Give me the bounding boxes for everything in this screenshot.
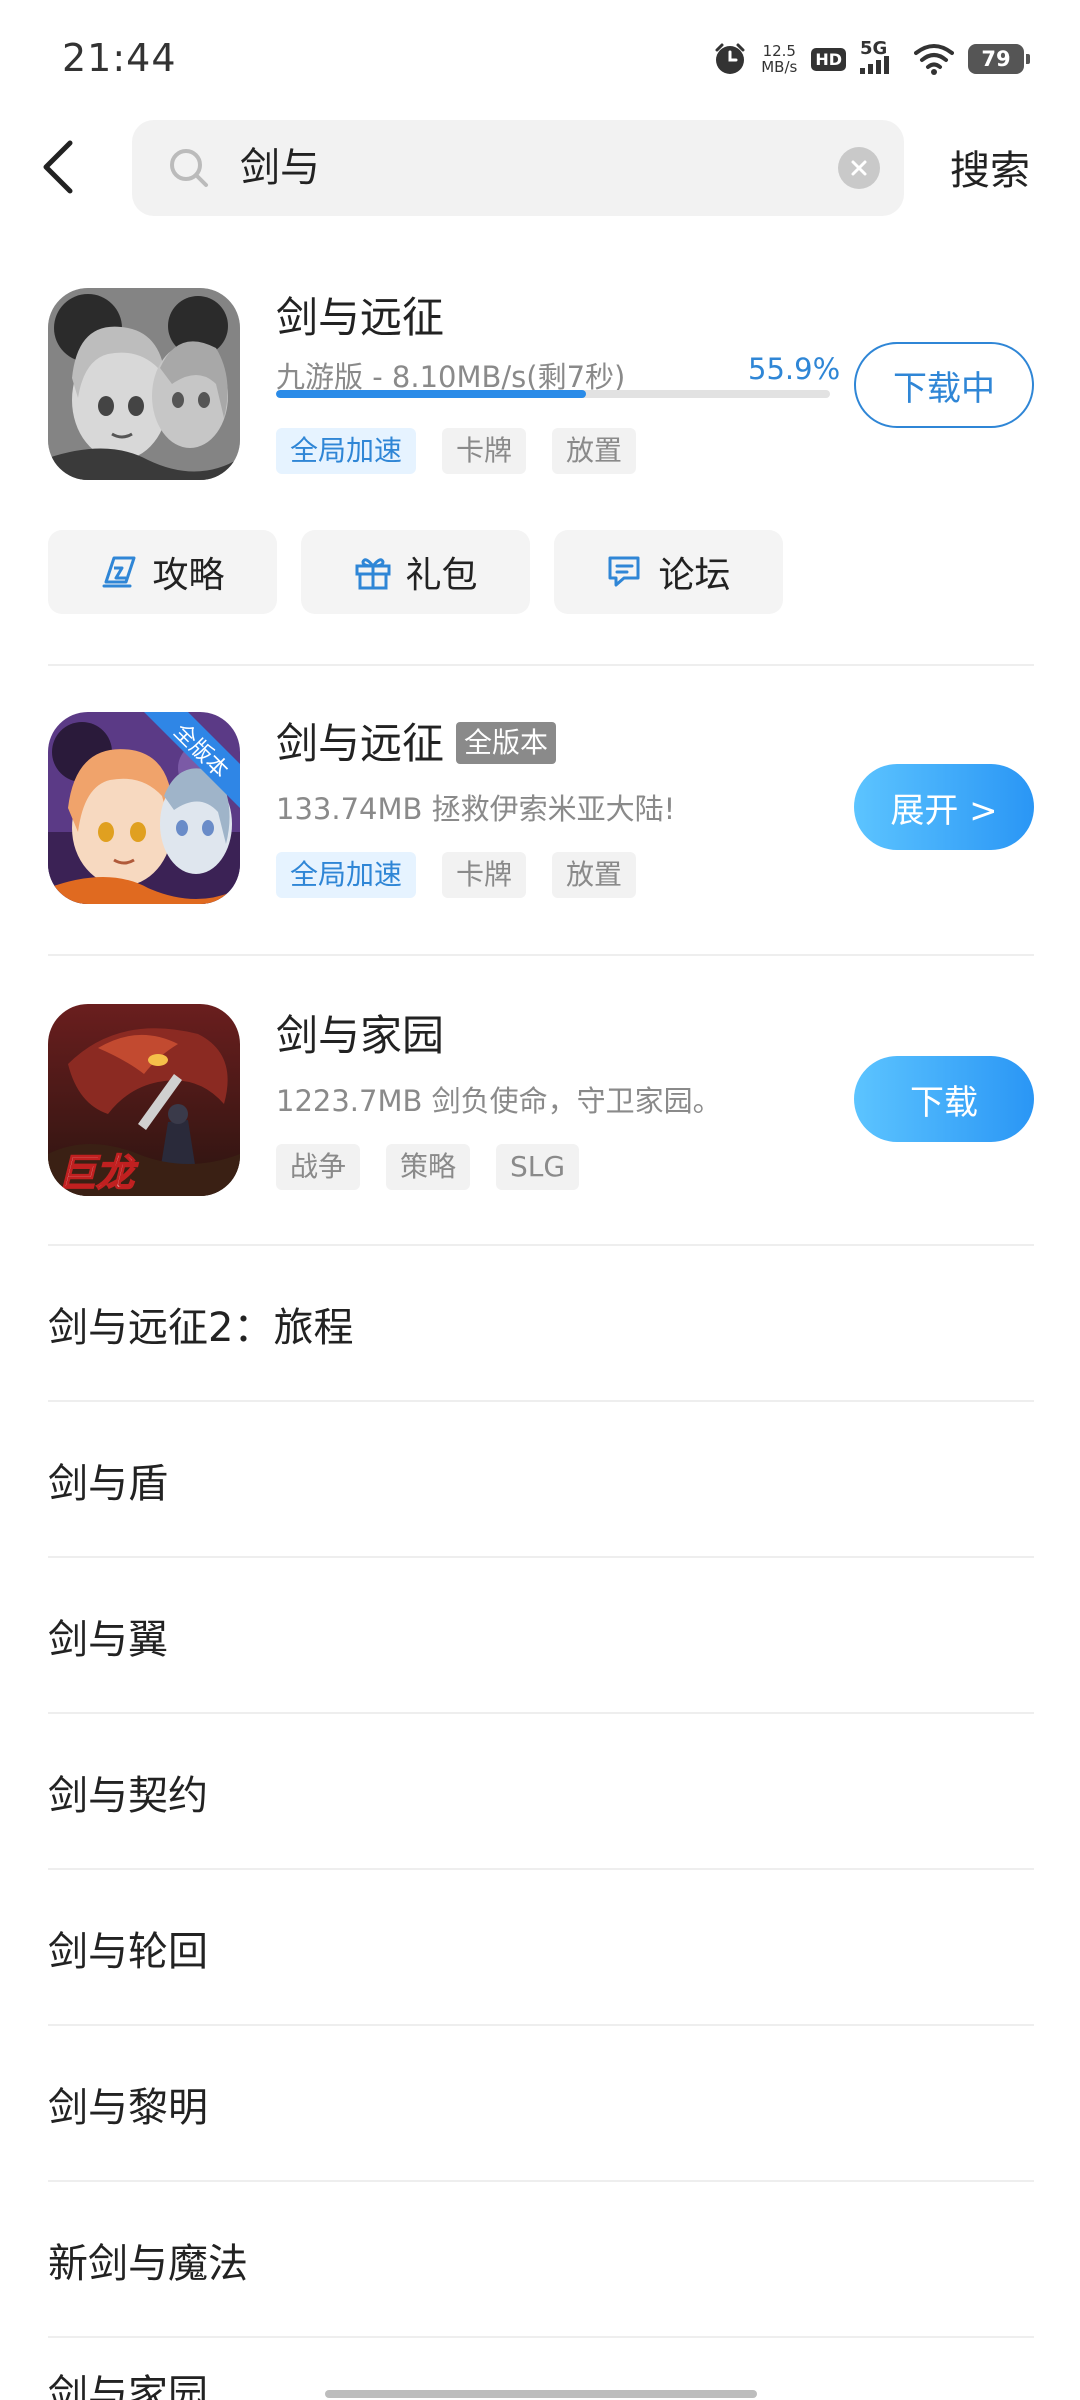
home-indicator[interactable] — [325, 2390, 757, 2398]
clear-search-button[interactable] — [838, 147, 880, 189]
download-progress-bar — [276, 390, 830, 398]
strategy-icon — [102, 556, 136, 588]
app-name: 剑与远征 — [276, 719, 445, 768]
gift-button[interactable]: 礼包 — [301, 530, 530, 614]
net-speed: 12.5 MB/s — [761, 43, 797, 75]
tag-list: 全局加速 卡牌 放置 — [276, 852, 637, 898]
suggestion-item[interactable]: 剑与远征2：旅程 — [48, 1246, 1034, 1402]
tag: SLG — [496, 1144, 580, 1190]
cellular-signal-icon: 5G — [860, 38, 900, 76]
suggestion-item[interactable]: 剑与轮回 — [48, 1870, 1034, 2026]
app-result-2[interactable]: 全版本 剑与远征 全版本 133.74MB 拯救伊索米亚大陆! 全局加速 卡牌 放… — [48, 712, 1034, 908]
battery-level: 79 — [981, 47, 1011, 71]
battery-icon: 79 — [968, 44, 1030, 74]
download-progress-fill — [276, 390, 586, 398]
tag: 放置 — [552, 852, 637, 898]
tag: 全局加速 — [276, 428, 417, 474]
expand-button[interactable]: 展开 > — [854, 764, 1034, 850]
divider — [48, 954, 1034, 956]
search-icon — [168, 147, 210, 189]
gift-label: 礼包 — [405, 555, 478, 596]
tag: 战争 — [276, 1144, 361, 1190]
icon-caption: 巨龙 — [58, 1151, 139, 1195]
tag: 全局加速 — [276, 852, 417, 898]
tag: 放置 — [552, 428, 637, 474]
forum-label: 论坛 — [658, 555, 731, 596]
suggestion-item[interactable]: 剑与黎明 — [48, 2026, 1034, 2182]
tag-list: 战争 策略 SLG — [276, 1144, 580, 1190]
tag-list: 全局加速 卡牌 放置 — [276, 428, 637, 474]
strategy-button[interactable]: 攻略 — [48, 530, 277, 614]
net-speed-unit: MB/s — [761, 58, 798, 76]
gift-icon — [355, 558, 391, 590]
app-meta: 133.74MB 拯救伊索米亚大陆! — [276, 792, 676, 826]
wifi-icon — [914, 43, 954, 75]
version-badge: 全版本 — [456, 721, 557, 764]
search-button[interactable]: 搜索 — [950, 138, 1030, 196]
tag: 策略 — [386, 1144, 471, 1190]
quick-links: 攻略 礼包 论坛 — [48, 530, 783, 614]
app-icon[interactable] — [48, 288, 240, 480]
suggestion-item[interactable]: 新剑与魔法 — [48, 2182, 1034, 2338]
tag: 卡牌 — [442, 428, 527, 474]
status-icons: 12.5 MB/s HD 5G 79 — [713, 36, 1030, 82]
hd-badge: HD — [811, 47, 846, 71]
forum-icon — [608, 556, 640, 587]
search-query[interactable]: 剑与 — [240, 142, 320, 194]
download-progress-percent: 55.9% — [748, 352, 841, 386]
forum-button[interactable]: 论坛 — [554, 530, 783, 614]
app-icon[interactable]: 巨龙 — [48, 1004, 240, 1196]
strategy-label: 攻略 — [152, 555, 225, 596]
download-button[interactable]: 下载 — [854, 1056, 1034, 1142]
suggestion-item[interactable]: 剑与契约 — [48, 1714, 1034, 1870]
app-icon[interactable]: 全版本 — [48, 712, 240, 904]
divider — [48, 664, 1034, 666]
app-name-line: 剑与远征 全版本 — [276, 718, 557, 770]
app-meta: 1223.7MB 剑负使命，守卫家园。 — [276, 1084, 722, 1118]
net-speed-value: 12.5 — [762, 42, 796, 60]
app-name: 剑与家园 — [276, 1011, 445, 1060]
alarm-icon — [713, 42, 747, 76]
suggestion-item[interactable]: 剑与盾 — [48, 1402, 1034, 1558]
app-result-3[interactable]: 巨龙 剑与家园 1223.7MB 剑负使命，守卫家园。 战争 策略 SLG 下载 — [48, 1004, 1034, 1200]
status-time: 21:44 — [62, 36, 177, 80]
downloading-button[interactable]: 下载中 — [854, 342, 1034, 428]
tag: 卡牌 — [442, 852, 527, 898]
search-input[interactable]: 剑与 — [132, 120, 904, 216]
app-name: 剑与远征 — [276, 293, 445, 342]
app-result-1[interactable]: 剑与远征 九游版 - 8.10MB/s(剩7秒) 55.9% 全局加速 卡牌 放… — [48, 288, 1034, 488]
status-bar: 21:44 12.5 MB/s HD 5G 79 — [0, 0, 1080, 118]
close-icon — [851, 160, 867, 176]
chevron-left-icon — [43, 140, 73, 194]
back-button[interactable] — [28, 132, 88, 202]
suggestion-item[interactable]: 剑与翼 — [48, 1558, 1034, 1714]
